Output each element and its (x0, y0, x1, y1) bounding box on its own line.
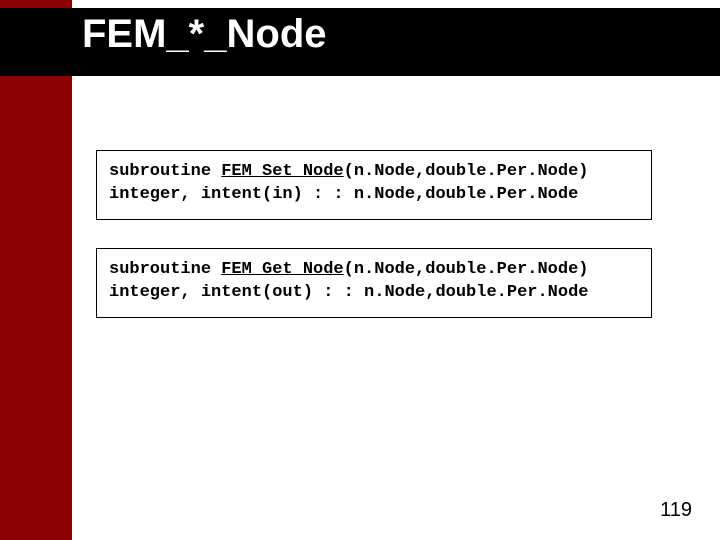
page-number: 119 (660, 499, 692, 522)
code-line: subroutine FEM_Get_Node(n.Node,double.Pe… (109, 259, 639, 282)
slide-title: FEM_*_Node (82, 12, 327, 57)
code-subroutine-name: FEM_Set_Node (221, 162, 343, 181)
code-subroutine-name: FEM_Get_Node (221, 260, 343, 279)
code-line: integer, intent(out) : : n.Node,double.P… (109, 282, 639, 305)
code-block-get-node: subroutine FEM_Get_Node(n.Node,double.Pe… (96, 248, 652, 318)
code-line: integer, intent(in) : : n.Node,double.Pe… (109, 184, 639, 207)
slide: FEM_*_Node subroutine FEM_Set_Node(n.Nod… (0, 0, 720, 540)
code-block-set-node: subroutine FEM_Set_Node(n.Node,double.Pe… (96, 150, 652, 220)
content-area: subroutine FEM_Set_Node(n.Node,double.Pe… (96, 150, 652, 346)
code-keyword: subroutine (109, 260, 221, 279)
code-keyword: subroutine (109, 162, 221, 181)
code-args: (n.Node,double.Per.Node) (344, 260, 589, 279)
title-bar: FEM_*_Node (0, 8, 720, 76)
red-sidebar (0, 0, 72, 540)
code-args: (n.Node,double.Per.Node) (344, 162, 589, 181)
code-line: subroutine FEM_Set_Node(n.Node,double.Pe… (109, 161, 639, 184)
